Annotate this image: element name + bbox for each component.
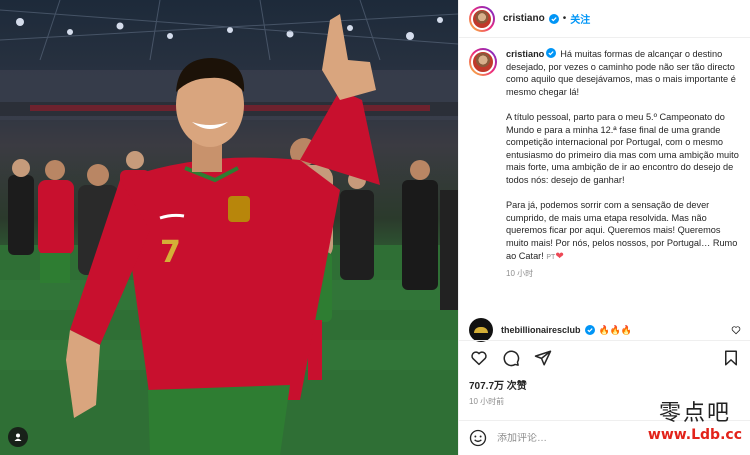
comment-text: 🔥🔥🔥 (598, 324, 633, 335)
caption-paragraph-2: A título pessoal, parto para o meu 5.º C… (506, 111, 739, 185)
save-button[interactable] (721, 348, 741, 368)
language-tag: PT (546, 253, 556, 261)
verified-badge-icon (548, 13, 559, 24)
heart-icon (471, 350, 487, 365)
share-button[interactable] (533, 348, 553, 368)
post-sidebar: cristiano • 关注 cristiano Há muitas formas… (458, 0, 750, 455)
site-watermark: 零点吧 www.Ldb.cc (648, 402, 742, 444)
caption-username[interactable]: cristiano (506, 49, 544, 59)
comment-like-icon[interactable] (731, 325, 741, 335)
commenter-avatar[interactable] (469, 318, 493, 342)
caption-avatar[interactable] (469, 48, 497, 76)
verified-badge-icon (584, 325, 595, 335)
comment-input[interactable] (497, 432, 617, 444)
commenter-username[interactable]: thebillionairesclub (501, 325, 581, 335)
bookmark-icon (725, 350, 737, 365)
verified-badge-icon (546, 48, 557, 58)
svg-text:7: 7 (160, 235, 181, 270)
like-button[interactable] (469, 348, 489, 368)
heart-emoji: ❤ (555, 250, 564, 262)
comment-icon (503, 350, 520, 366)
emoji-icon[interactable] (469, 429, 487, 447)
author-username[interactable]: cristiano (503, 13, 545, 24)
like-count[interactable]: 707.7万 次赞 (469, 377, 527, 392)
caption-paragraph-3: Para já, podemos sorrir com a sensação d… (506, 200, 738, 261)
user-tag-icon[interactable] (8, 427, 28, 447)
comment-button[interactable] (501, 348, 521, 368)
author-avatar[interactable] (469, 5, 495, 32)
post-timestamp[interactable]: 10 小时前 (469, 396, 504, 407)
send-icon (534, 350, 552, 365)
separator-dot: • (562, 13, 567, 24)
follow-button[interactable]: 关注 (570, 11, 590, 26)
photo-illustration: 7 (0, 0, 458, 455)
comments-scroll-area[interactable]: cristiano Há muitas formas de alcançar o … (459, 48, 750, 330)
watermark-url: www.Ldb.cc (647, 427, 742, 443)
post-header: cristiano • 关注 (459, 0, 750, 38)
comment-item: thebillionairesclub 🔥🔥🔥 (469, 318, 741, 342)
post-actions (459, 340, 750, 374)
watermark-chinese: 零点吧 (658, 401, 731, 426)
caption-time: 10 小时 (506, 269, 534, 279)
post-photo[interactable]: 7 (0, 0, 458, 455)
caption: cristiano Há muitas formas de alcançar o … (469, 48, 741, 281)
